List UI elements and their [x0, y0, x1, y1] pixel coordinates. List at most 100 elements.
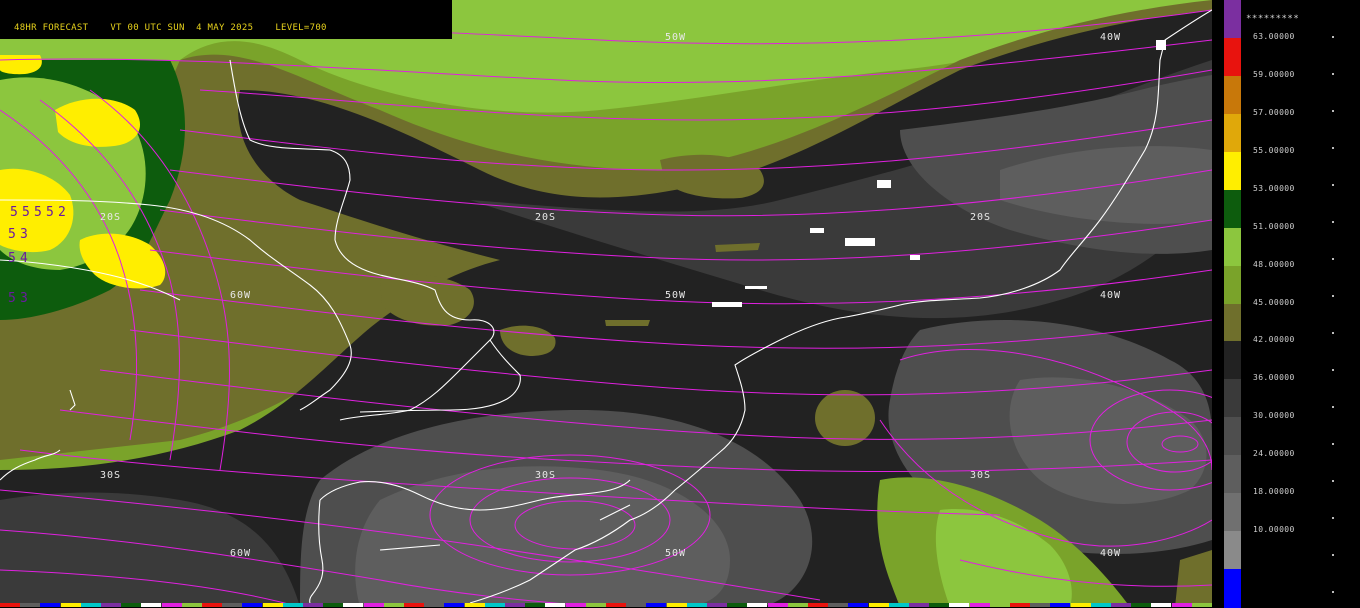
weather-map: 50W 40W 20S 20S 20S 60W 50W 40W 30S 30S … — [0, 0, 1212, 607]
bottom-strip-cell — [242, 603, 263, 607]
colorbar-dot — [1332, 73, 1334, 75]
bottom-strip-cell — [1131, 603, 1152, 607]
bottom-strip-cell — [1070, 603, 1091, 607]
colorbar-dot — [1332, 258, 1334, 260]
colorbar-dot — [1332, 147, 1334, 149]
colorbar-segment-gray2 — [1224, 417, 1241, 456]
bottom-strip-cell — [666, 603, 687, 607]
colorbar-value-label: 36.00000 — [1253, 373, 1295, 383]
bottom-strip-cell — [1111, 603, 1131, 607]
lon-label-60w-mid: 60W — [230, 290, 251, 301]
colorbar-value-label: 59.00000 — [1253, 69, 1295, 79]
lon-label-60w-bottom: 60W — [230, 548, 251, 559]
contour-number: 3 — [20, 291, 28, 306]
colorbar-segment-gray3 — [1224, 455, 1241, 494]
colorbar-value-label: 10.00000 — [1253, 525, 1295, 535]
bottom-strip-cell — [727, 603, 748, 607]
bottom-strip-cell — [1151, 603, 1172, 607]
bottom-strip-cell — [909, 603, 929, 607]
colorbar-top-label: ********* — [1246, 14, 1300, 24]
bottom-strip-cell — [484, 603, 505, 607]
bottom-strip-cell — [1010, 603, 1030, 607]
contour-number: 2 — [58, 205, 66, 220]
bottom-strip-cell — [343, 603, 364, 607]
bottom-strip-cell — [262, 603, 283, 607]
forecast-header: 48HR FORECAST VT 00 UTC SUN 4 MAY 2025 LEV… — [0, 0, 452, 39]
bottom-strip-cell — [464, 603, 485, 607]
bottom-strip-cell — [1090, 603, 1111, 607]
bottom-strip-cell — [181, 603, 202, 607]
colorbar-value-label: 18.00000 — [1253, 487, 1295, 497]
colorbar-value-label: 45.00000 — [1253, 297, 1295, 307]
colorbar-segment-dark-gray — [1224, 341, 1241, 380]
lat-label-20s-center: 20S — [535, 212, 556, 223]
bottom-strip-cell — [888, 603, 909, 607]
bottom-strip-cell — [161, 603, 182, 607]
colorbar-segment-olive — [1224, 303, 1241, 342]
lat-label-20s-west: 20S — [100, 212, 121, 223]
lon-label-50w-mid: 50W — [665, 290, 686, 301]
bottom-strip-cell — [747, 603, 768, 607]
colorbar-segment-dark-green — [1224, 189, 1241, 229]
contour-number: 4 — [20, 251, 28, 266]
colorbar-value-label: 57.00000 — [1253, 107, 1295, 117]
level-label: LEVEL=700 — [275, 23, 327, 33]
bottom-strip-cell — [1050, 603, 1071, 607]
contour-number: 5 — [34, 205, 42, 220]
bottom-strip-cell — [303, 603, 323, 607]
bottom-strip-cell — [424, 603, 445, 607]
bottom-strip-cell — [60, 603, 81, 607]
bottom-strip-cell — [1171, 603, 1192, 607]
colorbar-value-label: 24.00000 — [1253, 449, 1295, 459]
colorbar-value-label: 30.00000 — [1253, 411, 1295, 421]
contour-number: 5 — [10, 205, 18, 220]
bottom-strip-cell — [323, 603, 344, 607]
bottom-strip-cell — [808, 603, 828, 607]
bottom-strip-cell — [545, 603, 566, 607]
contour-number: 3 — [20, 227, 28, 242]
colorbar-segment-purple — [1224, 0, 1241, 39]
bottom-strip-cell — [828, 603, 849, 607]
colorbar-dot — [1332, 443, 1334, 445]
colorbar-value-label: 51.00000 — [1253, 221, 1295, 231]
bottom-strip-cell — [363, 603, 384, 607]
bottom-strip-cell — [40, 603, 61, 607]
bottom-strip-cell — [929, 603, 950, 607]
colorbar-segment-blue — [1224, 569, 1241, 608]
bottom-strip-cell — [969, 603, 990, 607]
colorbar-segment-yellow — [1224, 151, 1241, 191]
colorbar-dot — [1332, 480, 1334, 482]
colorbar-segment-olive-green — [1224, 265, 1241, 304]
contour-number: 5 — [46, 205, 54, 220]
lon-label-40w-mid: 40W — [1100, 290, 1121, 301]
bottom-strip-cell — [0, 603, 20, 607]
bottom-strip-cell — [686, 603, 707, 607]
colorbar-dot — [1332, 36, 1334, 38]
colorbar-segment-dark-orange — [1224, 75, 1241, 115]
lat-label-30s-center: 30S — [535, 470, 556, 481]
colorbar-dot — [1332, 591, 1334, 593]
lon-label-40w-bottom: 40W — [1100, 548, 1121, 559]
lat-label-30s-west: 30S — [100, 470, 121, 481]
lon-label-50w-top: 50W — [665, 32, 686, 43]
contour-number: 5 — [8, 227, 16, 242]
bottom-strip-cell — [101, 603, 121, 607]
bottom-strip-cell — [505, 603, 525, 607]
bottom-strip-cell — [1191, 603, 1212, 607]
colorbar-segment-gray5 — [1224, 531, 1241, 570]
colorbar-dot — [1332, 406, 1334, 408]
colorbar-dot — [1332, 221, 1334, 223]
colorbar-segment-gray1 — [1224, 379, 1241, 418]
contour-number: 5 — [8, 251, 16, 266]
bottom-strip-cell — [989, 603, 1010, 607]
bottom-strip-cell — [141, 603, 162, 607]
bottom-strip-cell — [202, 603, 222, 607]
bottom-strip-cell — [565, 603, 586, 607]
colorbar-value-label: 48.00000 — [1253, 259, 1295, 269]
contour-number: 5 — [8, 291, 16, 306]
bottom-strip-cell — [868, 603, 889, 607]
bottom-color-strip — [0, 603, 1212, 607]
bottom-strip-cell — [787, 603, 808, 607]
colorbar-dot — [1332, 184, 1334, 186]
colorbar-segment-light-green — [1224, 227, 1241, 267]
